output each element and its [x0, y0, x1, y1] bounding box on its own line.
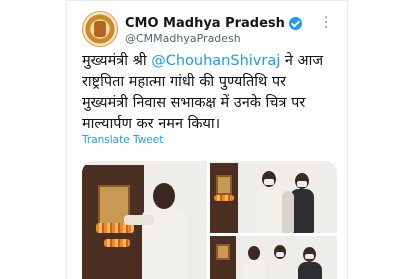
person-dark-jacket — [298, 262, 322, 279]
flower-offering — [104, 239, 130, 247]
person-arm — [124, 215, 154, 225]
face-mask — [305, 254, 314, 259]
person-background — [282, 191, 294, 233]
account-name-row[interactable]: CMO Madhya Pradesh — [125, 13, 302, 33]
verified-badge-icon — [288, 16, 302, 30]
tweet-text-segment: ने आज — [280, 53, 324, 69]
gandhi-portrait — [216, 175, 232, 195]
gandhi-portrait — [216, 244, 230, 260]
photo-standing-group[interactable] — [210, 161, 337, 233]
person-white-kurta — [270, 260, 292, 279]
person-white-kurta — [244, 260, 266, 279]
photo-garlanding-portrait[interactable] — [82, 161, 207, 279]
account-name[interactable]: CMO Madhya Pradesh — [125, 16, 285, 31]
more-options-icon[interactable] — [319, 15, 333, 29]
person-head — [153, 183, 175, 209]
tweet-text-segment: मुख्यमंत्री श्री — [82, 53, 152, 69]
face-mask — [276, 252, 284, 257]
avatar[interactable] — [82, 11, 118, 47]
tweet-text-line-4: माल्यार्पण कर नमन किया। — [82, 116, 221, 132]
tweet-text-line-2: राष्ट्रपिता महात्मा गांधी की पुण्यतिथि प… — [82, 74, 287, 90]
translate-tweet-link[interactable]: Translate Tweet — [82, 134, 163, 146]
face-mask — [264, 179, 274, 185]
person-white-kurta — [256, 187, 282, 233]
photo-group-tribute[interactable] — [210, 236, 337, 279]
person-head — [248, 246, 260, 260]
account-handle[interactable]: @CMMadhyaPradesh — [125, 32, 241, 45]
flower-garland — [214, 195, 234, 201]
mention-link[interactable]: @ChouhanShivraj — [151, 53, 280, 69]
media-grid — [82, 161, 337, 279]
tweet-text-line-3: मुख्यमंत्री निवास सभाकक्ष में उनके चित्र… — [82, 95, 306, 111]
face-mask — [297, 181, 307, 187]
tweet-text: मुख्यमंत्री श्री @ChouhanShivraj ने आज र… — [82, 51, 344, 135]
tweet-card: CMO Madhya Pradesh @CMMadhyaPradesh मुख्… — [66, 0, 348, 279]
tweet-text-line-1: मुख्यमंत्री श्री @ChouhanShivraj ने आज — [82, 51, 344, 72]
